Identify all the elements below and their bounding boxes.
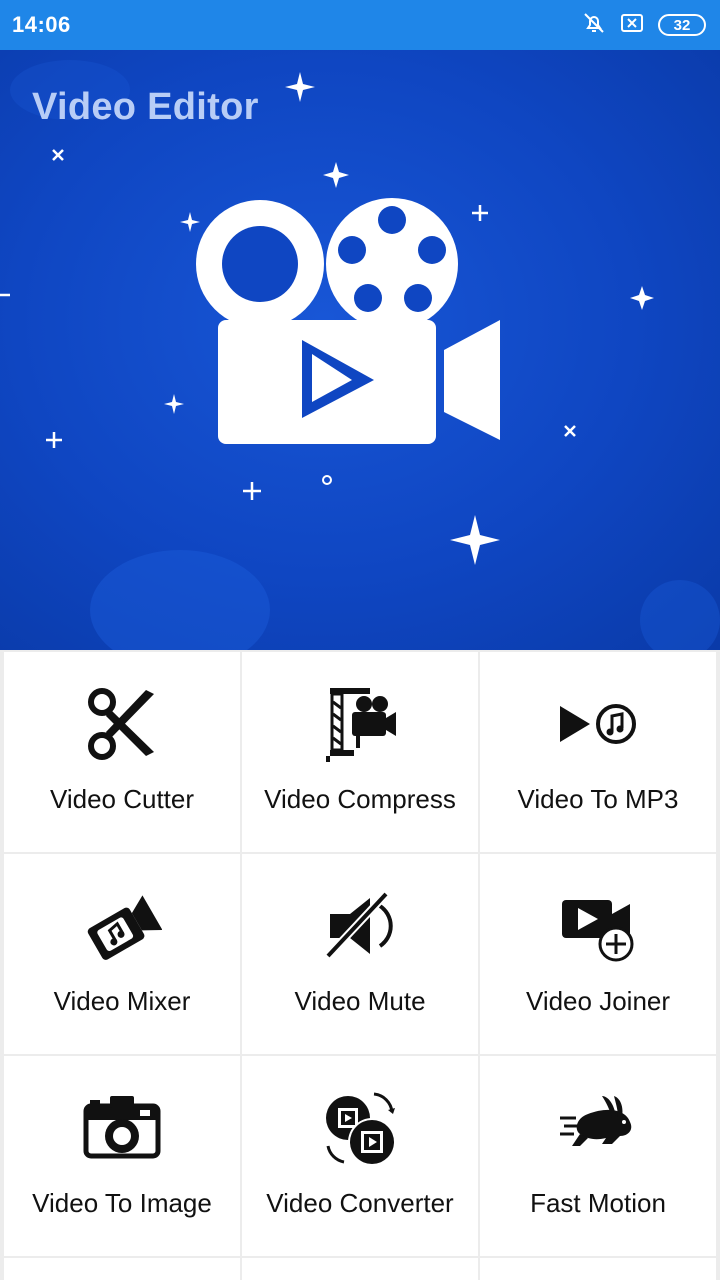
tool-video-joiner[interactable]: Video Joiner bbox=[480, 854, 716, 1054]
tool-video-mixer[interactable]: Video Mixer bbox=[4, 854, 240, 1054]
tool-video-cutter[interactable]: Video Cutter bbox=[4, 652, 240, 852]
tool-label: Video Converter bbox=[266, 1188, 454, 1218]
tool-label: Video Compress bbox=[264, 784, 456, 814]
tool-label: Video Mute bbox=[294, 986, 426, 1016]
battery-icon: 32 bbox=[658, 14, 706, 36]
tool-video-converter[interactable]: Video Converter bbox=[242, 1056, 478, 1256]
banner-art bbox=[0, 60, 720, 650]
bell-off-icon bbox=[582, 11, 606, 40]
tool-label: Video To Image bbox=[32, 1188, 212, 1218]
rabbit-icon bbox=[558, 1088, 638, 1168]
scissors-icon bbox=[82, 684, 162, 764]
tool-label: Video To MP3 bbox=[517, 784, 679, 814]
convert-film-icon bbox=[320, 1088, 400, 1168]
camera-add-icon bbox=[558, 886, 638, 966]
camera-music-icon bbox=[82, 886, 162, 966]
tool-video-to-image[interactable]: Video To Image bbox=[4, 1056, 240, 1256]
banner: Video Editor bbox=[0, 50, 720, 650]
status-icons: 32 bbox=[582, 11, 706, 40]
compress-camera-icon bbox=[320, 684, 400, 764]
play-music-icon bbox=[558, 684, 638, 764]
photo-camera-icon bbox=[82, 1088, 162, 1168]
status-time: 14:06 bbox=[12, 12, 71, 37]
video-camera-reel-icon bbox=[196, 198, 500, 444]
tool-label: Video Cutter bbox=[49, 784, 195, 814]
tools-grid: Video Cutter Video Compress Video To MP3… bbox=[0, 650, 720, 1280]
tool-video-mute[interactable]: Video Mute bbox=[242, 854, 478, 1054]
tool-label: Video Mixer bbox=[53, 986, 191, 1016]
sim-off-icon bbox=[620, 12, 644, 39]
tool-video-to-mp3[interactable]: Video To MP3 bbox=[480, 652, 716, 852]
tool-video-compress[interactable]: Video Compress bbox=[242, 652, 478, 852]
tool-next-row-3[interactable] bbox=[480, 1258, 716, 1280]
tool-fast-motion[interactable]: Fast Motion bbox=[480, 1056, 716, 1256]
tool-next-row-2[interactable] bbox=[242, 1258, 478, 1280]
speaker-mute-icon bbox=[320, 886, 400, 966]
status-bar: 14:06 32 bbox=[0, 0, 720, 50]
tool-next-row-1[interactable] bbox=[4, 1258, 240, 1280]
tool-label: Fast Motion bbox=[530, 1188, 666, 1218]
tool-label: Video Joiner bbox=[525, 986, 671, 1016]
app-title: Video Editor bbox=[32, 86, 259, 128]
